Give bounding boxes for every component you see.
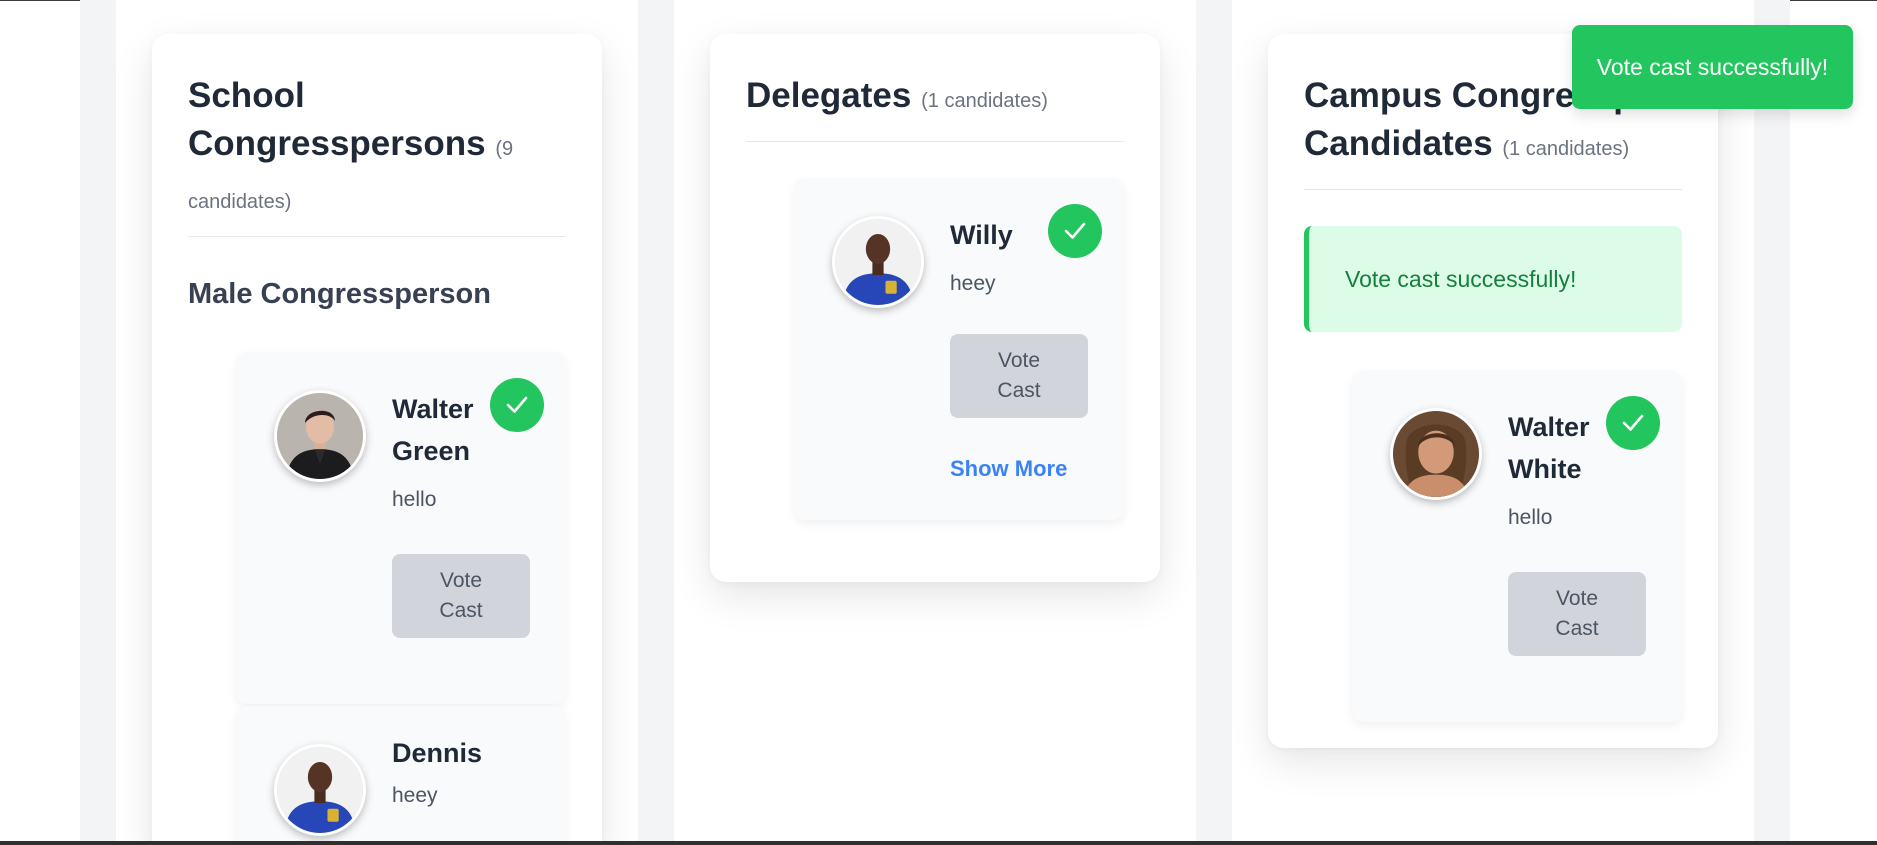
success-alert: Vote cast successfully! bbox=[1304, 226, 1682, 332]
candidate-count: (1 candidates) bbox=[1502, 138, 1630, 160]
candidate-card: Willy heey Vote Cast Show More bbox=[794, 178, 1124, 520]
candidate-description: heey bbox=[950, 272, 996, 295]
vote-cast-button[interactable]: Vote Cast bbox=[392, 554, 530, 638]
candidate-card: Dennis heey bbox=[236, 706, 566, 845]
divider bbox=[1304, 189, 1682, 190]
section-title: Male Congressperson bbox=[188, 278, 491, 310]
card-title: Delegates (1 candidates) bbox=[746, 72, 1126, 125]
voted-check-icon bbox=[1048, 204, 1102, 258]
candidate-description: hello bbox=[1508, 506, 1553, 529]
candidate-description: heey bbox=[392, 784, 438, 807]
divider bbox=[746, 141, 1124, 142]
card-title-text: School Congresspersons bbox=[188, 76, 486, 163]
card-title: School Congresspersons (9 candidates) bbox=[188, 72, 528, 226]
page-gutter bbox=[1196, 0, 1232, 845]
page-gutter bbox=[638, 0, 674, 845]
delegates-card: Delegates (1 candidates) Willy heey Vote… bbox=[710, 34, 1160, 582]
window-bottom-edge bbox=[0, 841, 1877, 845]
card-title-line2: Candidates (1 candidates) bbox=[1304, 120, 1724, 173]
show-more-link[interactable]: Show More bbox=[950, 456, 1067, 482]
avatar bbox=[832, 216, 924, 308]
candidate-card: Walter Green hello Vote Cast bbox=[236, 352, 566, 704]
campus-congressperson-card: Campus Congressperson Candidates (1 cand… bbox=[1268, 34, 1730, 748]
candidate-card: Walter White hello Vote Cast bbox=[1352, 370, 1682, 722]
page-gutter bbox=[1754, 0, 1790, 845]
candidate-name: Dennis bbox=[392, 738, 483, 768]
vote-cast-button[interactable]: Vote Cast bbox=[1508, 572, 1646, 656]
candidate-photo bbox=[835, 219, 921, 305]
success-toast[interactable]: Vote cast successfully! bbox=[1572, 25, 1853, 109]
avatar bbox=[1390, 408, 1482, 500]
candidate-description: hello bbox=[392, 488, 437, 511]
card-title-line2-text: Candidates bbox=[1304, 124, 1493, 163]
avatar bbox=[274, 390, 366, 482]
divider bbox=[188, 236, 566, 237]
voted-check-icon bbox=[490, 378, 544, 432]
candidate-photo bbox=[277, 393, 363, 479]
avatar bbox=[274, 744, 366, 836]
voted-check-icon bbox=[1606, 396, 1660, 450]
school-congresspersons-card: School Congresspersons (9 candidates) Ma… bbox=[152, 34, 602, 845]
candidate-photo bbox=[277, 747, 363, 833]
vote-cast-button[interactable]: Vote Cast bbox=[950, 334, 1088, 418]
card-title-text: Delegates bbox=[746, 76, 912, 115]
candidate-photo bbox=[1393, 411, 1479, 497]
page-gutter bbox=[80, 0, 116, 845]
candidate-count: (1 candidates) bbox=[921, 90, 1048, 112]
